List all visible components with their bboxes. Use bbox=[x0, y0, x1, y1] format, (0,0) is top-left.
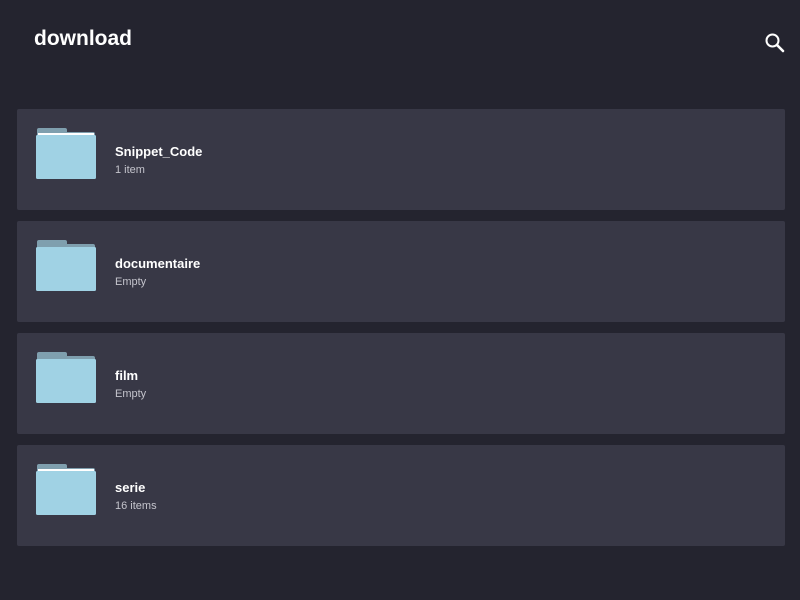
folder-name: serie bbox=[115, 480, 146, 495]
folder-row-serie[interactable]: serie 16 items bbox=[17, 445, 785, 546]
folder-row-snippet-code[interactable]: Snippet_Code 1 item bbox=[17, 109, 785, 210]
folder-icon bbox=[36, 351, 98, 405]
folder-name: film bbox=[115, 368, 139, 383]
folder-item-count: Empty bbox=[115, 388, 147, 400]
folder-name: Snippet_Code bbox=[115, 144, 203, 159]
search-icon bbox=[765, 33, 785, 53]
folder-name: documentaire bbox=[115, 256, 201, 271]
search-button[interactable] bbox=[762, 30, 788, 56]
page-title: download bbox=[34, 27, 132, 50]
folder-item-count: 1 item bbox=[115, 164, 145, 176]
folder-icon bbox=[36, 239, 98, 293]
app-header: download bbox=[0, 0, 800, 80]
folder-row-film[interactable]: film Empty bbox=[17, 333, 785, 434]
folder-icon bbox=[36, 127, 98, 181]
folder-item-count: Empty bbox=[115, 276, 147, 288]
folder-list: Snippet_Code 1 item documentaire Empty f… bbox=[17, 109, 785, 557]
folder-icon bbox=[36, 463, 98, 517]
folder-row-documentaire[interactable]: documentaire Empty bbox=[17, 221, 785, 322]
folder-item-count: 16 items bbox=[115, 500, 157, 512]
